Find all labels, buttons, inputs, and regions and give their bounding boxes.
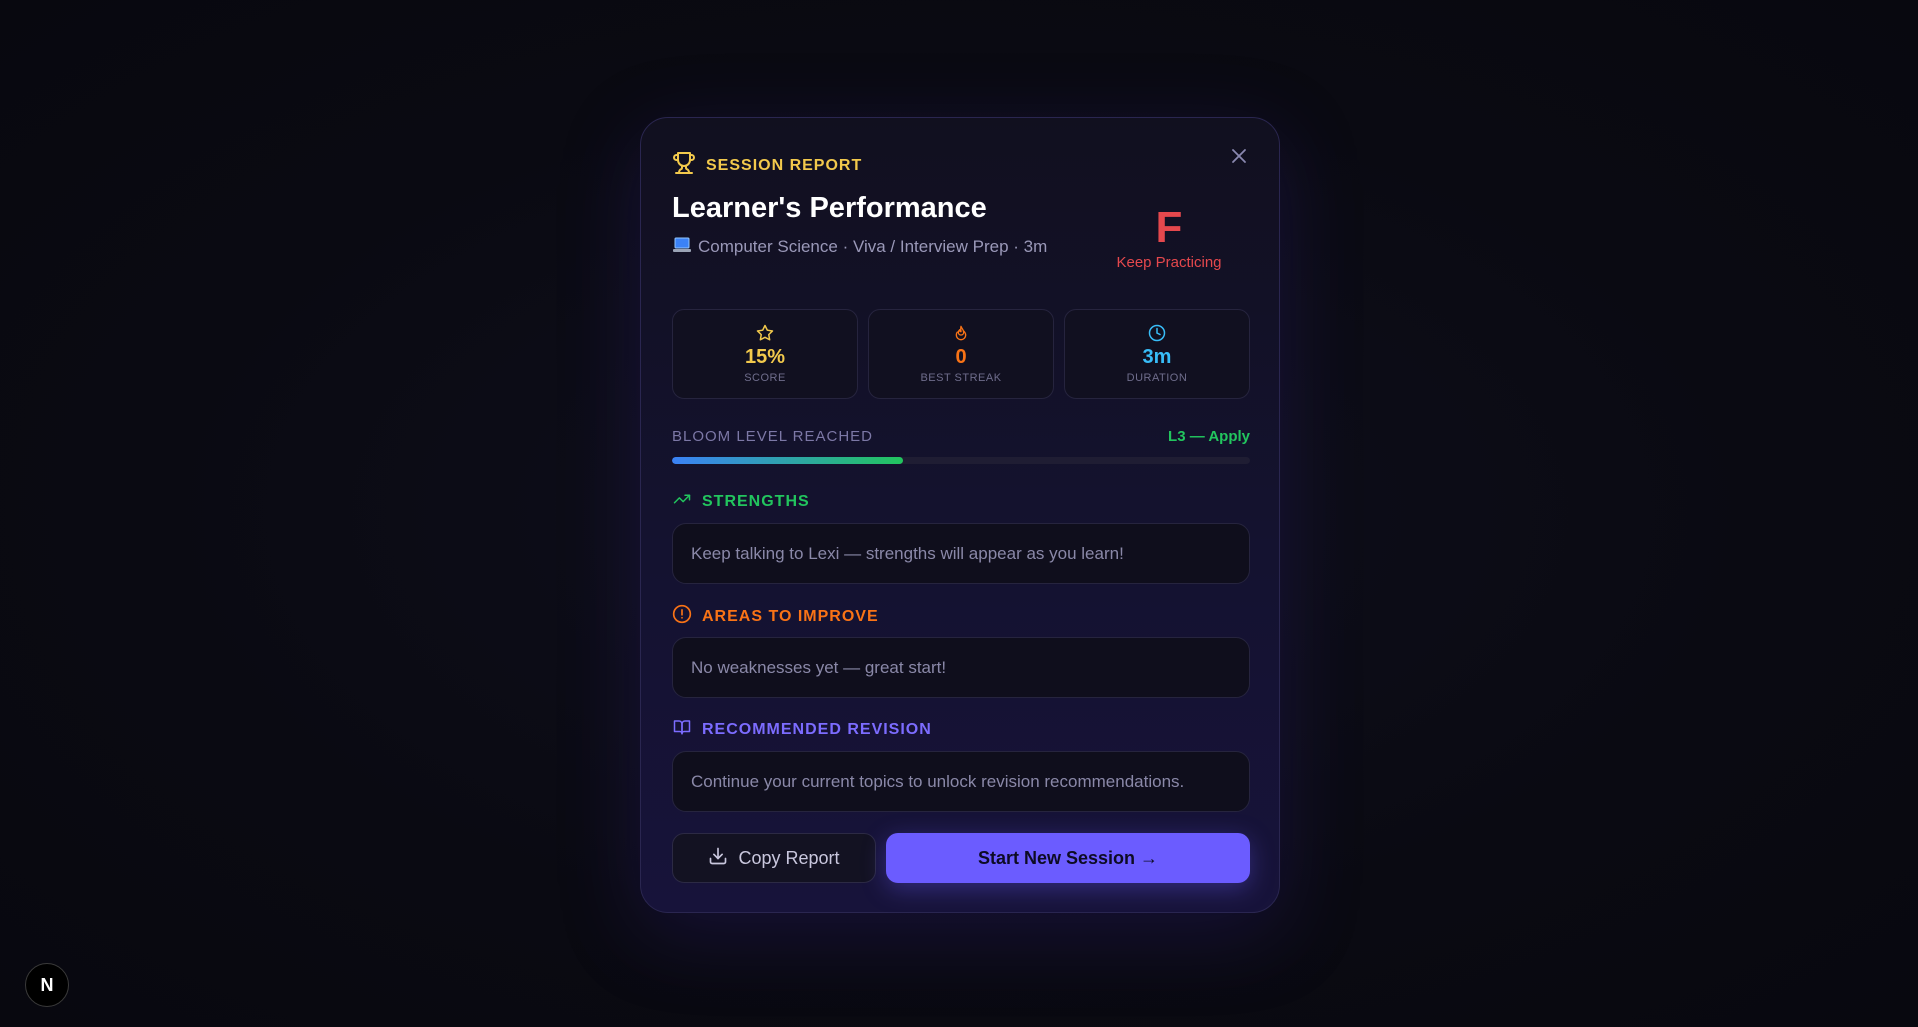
strengths-heading: STRENGTHS bbox=[672, 490, 810, 513]
bloom-progress-track bbox=[672, 457, 1250, 464]
copy-report-button[interactable]: Copy Report bbox=[672, 833, 876, 883]
badge-letter: N bbox=[40, 974, 54, 995]
bloom-level-value: L3 — Apply bbox=[1168, 428, 1250, 445]
clock-icon bbox=[1148, 324, 1166, 342]
bloom-progress-fill bbox=[672, 457, 904, 464]
report-subtitle-row: Computer Science · Viva / Interview Prep… bbox=[672, 236, 1047, 258]
revision-text: Continue your current topics to unlock r… bbox=[691, 771, 1185, 791]
alert-circle-icon bbox=[672, 604, 692, 629]
improve-title: AREAS TO IMPROVE bbox=[702, 607, 879, 625]
stat-best-streak: 0 BEST STREAK bbox=[868, 309, 1054, 399]
copy-report-label: Copy Report bbox=[738, 847, 840, 868]
grade-panel: F Keep Practicing bbox=[1107, 203, 1231, 272]
bloom-level-row: BLOOM LEVEL REACHED L3 — Apply bbox=[672, 428, 1250, 445]
revision-box: Continue your current topics to unlock r… bbox=[672, 751, 1250, 812]
strengths-title: STRENGTHS bbox=[702, 492, 810, 510]
report-subtitle: Computer Science · Viva / Interview Prep… bbox=[698, 237, 1048, 256]
improve-box: No weaknesses yet — great start! bbox=[672, 637, 1250, 698]
report-eyebrow: SESSION REPORT bbox=[706, 156, 863, 174]
laptop-icon bbox=[672, 236, 692, 258]
stat-score: 15% SCORE bbox=[672, 309, 858, 399]
trophy-icon bbox=[672, 151, 696, 180]
stat-score-value: 15% bbox=[744, 346, 786, 368]
close-button[interactable] bbox=[1227, 144, 1251, 168]
improve-heading: AREAS TO IMPROVE bbox=[672, 604, 879, 629]
start-new-session-label: Start New Session → bbox=[977, 847, 1159, 868]
grade-letter: F bbox=[1155, 203, 1183, 252]
strengths-box: Keep talking to Lexi — strengths will ap… bbox=[672, 523, 1250, 584]
stat-streak-value: 0 bbox=[955, 346, 967, 368]
bloom-level-label: BLOOM LEVEL REACHED bbox=[672, 428, 873, 445]
trending-up-icon bbox=[672, 490, 692, 513]
close-icon bbox=[1232, 149, 1246, 163]
stat-duration-label: DURATION bbox=[1126, 372, 1188, 384]
start-new-session-button[interactable]: Start New Session → bbox=[886, 833, 1250, 883]
stat-duration: 3m DURATION bbox=[1064, 309, 1250, 399]
download-icon bbox=[708, 846, 728, 871]
revision-heading: RECOMMENDED REVISION bbox=[672, 718, 932, 741]
stat-score-label: SCORE bbox=[744, 372, 786, 384]
flame-icon bbox=[953, 324, 969, 342]
stat-duration-value: 3m bbox=[1142, 346, 1172, 368]
stats-row: 15% SCORE 0 BEST STREAK 3m DURATION bbox=[672, 309, 1250, 399]
framework-badge[interactable]: N bbox=[25, 963, 69, 1007]
report-title: Learner's Performance bbox=[672, 192, 987, 224]
report-header: SESSION REPORT bbox=[672, 151, 862, 180]
star-icon bbox=[756, 324, 774, 342]
session-report-modal: SESSION REPORT Learner's Performance Com… bbox=[640, 117, 1280, 913]
strengths-text: Keep talking to Lexi — strengths will ap… bbox=[691, 543, 1124, 563]
revision-title: RECOMMENDED REVISION bbox=[702, 720, 932, 738]
grade-label: Keep Practicing bbox=[1116, 254, 1222, 271]
stat-streak-label: BEST STREAK bbox=[920, 372, 1002, 384]
book-open-icon bbox=[672, 718, 692, 741]
improve-text: No weaknesses yet — great start! bbox=[691, 657, 947, 677]
